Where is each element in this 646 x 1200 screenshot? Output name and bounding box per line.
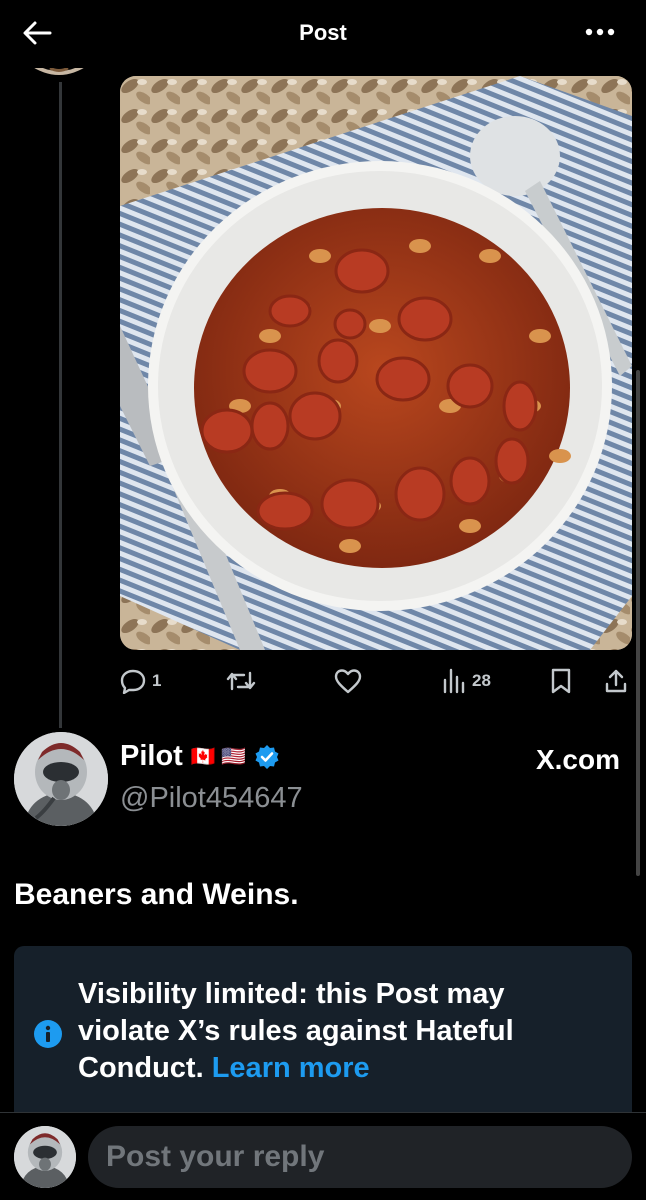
thread-line bbox=[59, 82, 62, 728]
share-button[interactable] bbox=[604, 664, 628, 698]
reply-count: 1 bbox=[152, 671, 162, 690]
like-button[interactable] bbox=[334, 664, 362, 698]
views-button[interactable]: 28 bbox=[442, 664, 491, 698]
reply-avatar[interactable] bbox=[14, 1126, 76, 1188]
bookmark-button[interactable] bbox=[550, 664, 572, 698]
share-icon bbox=[605, 669, 627, 693]
food-photo bbox=[120, 76, 632, 650]
author-avatar[interactable] bbox=[14, 732, 108, 826]
retweet-icon bbox=[226, 671, 256, 691]
more-button[interactable] bbox=[582, 20, 618, 44]
reply-input[interactable]: Post your reply bbox=[88, 1126, 632, 1188]
like-icon bbox=[334, 669, 362, 694]
post-text: Beaners and Weins. bbox=[14, 878, 299, 911]
notice-text: Visibility limited: this Post may violat… bbox=[78, 976, 598, 1087]
top-bar: Post bbox=[0, 0, 646, 68]
source-label: X.com bbox=[535, 744, 620, 775]
reply-icon bbox=[120, 669, 146, 694]
author-name-row[interactable]: Pilot 🇨🇦 🇺🇸 bbox=[120, 740, 280, 773]
reply-button[interactable]: 1 bbox=[120, 664, 161, 698]
learn-more-link[interactable]: Learn more bbox=[212, 1052, 370, 1084]
post-screen: Post 1 28 Pilot 🇨🇦 🇺🇸 @Pilot454647 X.com… bbox=[0, 0, 646, 1200]
page-title: Post bbox=[299, 20, 347, 45]
more-icon bbox=[585, 28, 615, 36]
views-count: 28 bbox=[472, 671, 491, 690]
info-icon bbox=[34, 1020, 62, 1048]
author-name: Pilot bbox=[120, 740, 183, 772]
views-icon bbox=[443, 668, 465, 694]
post-image[interactable] bbox=[120, 76, 632, 650]
scrollbar[interactable] bbox=[636, 370, 640, 876]
post-actions: 1 28 bbox=[120, 664, 632, 698]
author-handle[interactable]: @Pilot454647 bbox=[120, 782, 303, 815]
divider bbox=[0, 1112, 646, 1113]
reply-placeholder: Post your reply bbox=[106, 1140, 325, 1173]
author-flags: 🇨🇦 🇺🇸 bbox=[190, 746, 247, 768]
repost-button[interactable] bbox=[226, 664, 256, 698]
verified-icon bbox=[255, 744, 279, 769]
visibility-notice: Visibility limited: this Post may violat… bbox=[14, 946, 632, 1112]
bookmark-icon bbox=[551, 668, 571, 694]
